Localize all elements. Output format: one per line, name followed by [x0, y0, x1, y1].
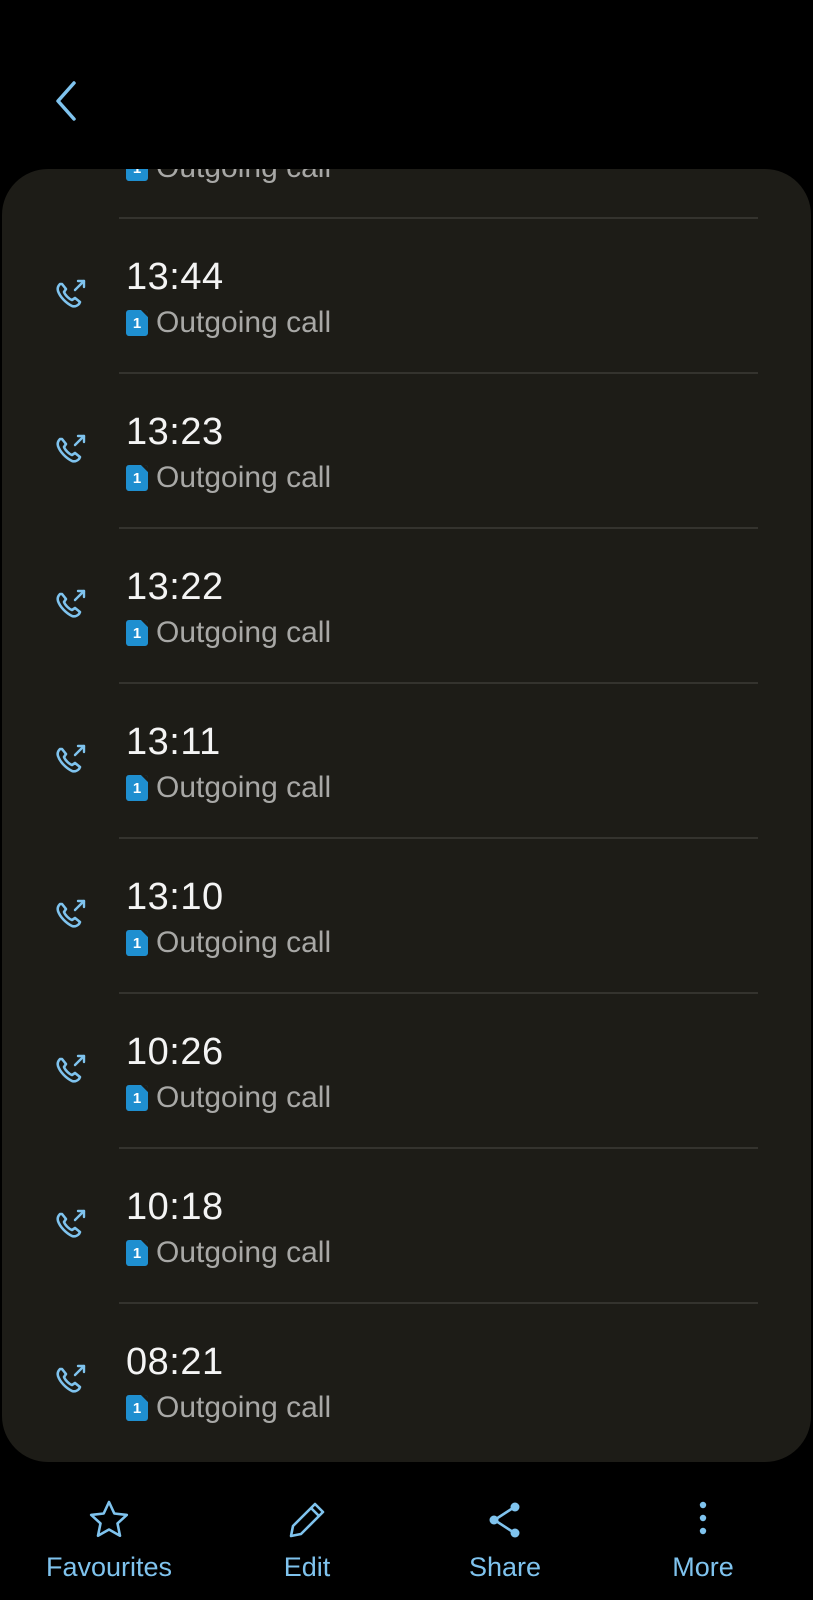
call-type-label: Outgoing call: [156, 1081, 332, 1114]
favourites-label: Favourites: [45, 1552, 173, 1582]
call-log-row[interactable]: 13:10 1 Outgoing call: [2, 839, 811, 994]
outgoing-call-icon: [56, 1209, 86, 1238]
sim-badge: 1: [126, 1085, 148, 1111]
sim-badge: 1: [126, 930, 148, 956]
call-type-label: Outgoing call: [156, 1391, 332, 1424]
call-type-label: Outgoing call: [156, 771, 332, 804]
sim-badge: 1: [126, 169, 148, 181]
more-label: More: [672, 1552, 734, 1582]
call-time: 13:44: [126, 256, 224, 298]
edit-button[interactable]: Edit: [207, 1480, 407, 1590]
sim-badge: 1: [126, 620, 148, 646]
outgoing-call-icon: [56, 434, 86, 463]
call-log-row[interactable]: 13:11 1 Outgoing call: [2, 684, 811, 839]
sim-badge: 1: [126, 775, 148, 801]
call-type-label: Outgoing call: [156, 169, 331, 185]
partial-list-item: 1 Outgoing call: [126, 169, 331, 185]
call-log-row[interactable]: 10:26 1 Outgoing call: [2, 994, 811, 1149]
back-button[interactable]: [44, 74, 88, 128]
call-log-row[interactable]: 08:21 1 Outgoing call: [2, 1304, 811, 1459]
more-vertical-icon: [699, 1501, 707, 1535]
share-icon: [489, 1502, 520, 1538]
bottom-action-bar: Favourites Edit Share More: [0, 1480, 813, 1600]
outgoing-call-icon: [56, 899, 86, 928]
call-time: 13:10: [126, 876, 224, 918]
chevron-left-icon: [56, 81, 76, 121]
outgoing-call-icon: [56, 279, 86, 308]
sim-badge: 1: [126, 1240, 148, 1266]
sim-badge: 1: [126, 1395, 148, 1421]
call-type-label: Outgoing call: [156, 306, 332, 339]
share-label: Share: [468, 1552, 542, 1582]
call-type-label: Outgoing call: [156, 926, 332, 959]
star-icon: [89, 1500, 129, 1538]
more-button[interactable]: More: [603, 1480, 803, 1590]
outgoing-call-icon: [56, 589, 86, 618]
call-time: 10:18: [126, 1186, 224, 1228]
call-history-card: 1 Outgoing call 13:44 1 Outgoing call 13…: [2, 169, 811, 1462]
share-button[interactable]: Share: [405, 1480, 605, 1590]
call-type-label: Outgoing call: [156, 616, 332, 649]
call-time: 13:23: [126, 411, 224, 453]
call-log-row[interactable]: 10:18 1 Outgoing call: [2, 1149, 811, 1304]
call-log-row[interactable]: 13:23 1 Outgoing call: [2, 374, 811, 529]
favourites-button[interactable]: Favourites: [9, 1480, 209, 1590]
sim-badge: 1: [126, 310, 148, 336]
pencil-icon: [289, 1502, 325, 1538]
sim-badge: 1: [126, 465, 148, 491]
outgoing-call-icon: [56, 1054, 86, 1083]
edit-label: Edit: [283, 1552, 331, 1582]
call-type-label: Outgoing call: [156, 461, 332, 494]
call-time: 13:11: [126, 721, 221, 763]
call-log-row[interactable]: 13:22 1 Outgoing call: [2, 529, 811, 684]
call-time: 13:22: [126, 566, 224, 608]
outgoing-call-icon: [56, 1364, 86, 1393]
outgoing-call-icon: [56, 744, 86, 773]
call-time: 10:26: [126, 1031, 224, 1073]
call-type-label: Outgoing call: [156, 1236, 332, 1269]
call-time: 08:21: [126, 1341, 224, 1383]
call-log-row[interactable]: 13:44 1 Outgoing call: [2, 219, 811, 374]
